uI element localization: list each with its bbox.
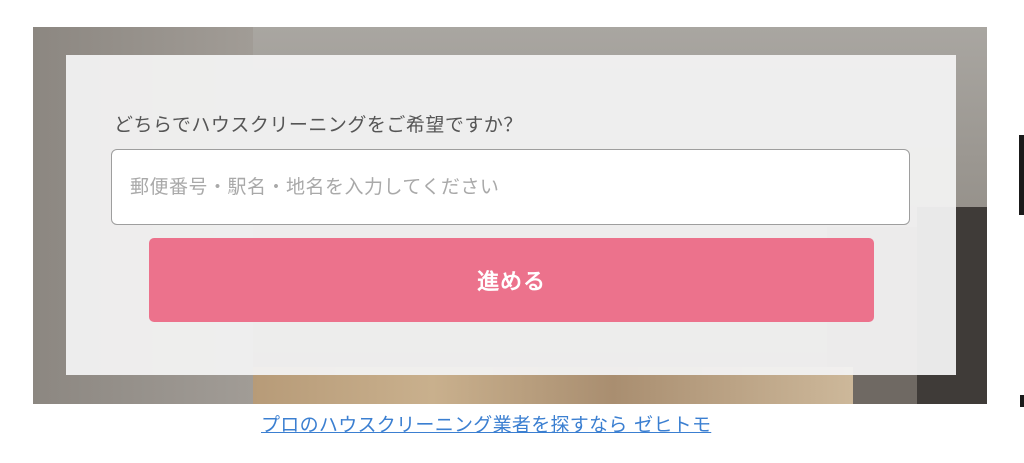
zehitomo-link[interactable]: プロのハウスクリーニング業者を探すなら ゼヒトモ [261,410,711,437]
edge-strip-bottom [1020,395,1024,407]
search-panel: どちらでハウスクリーニングをご希望ですか？ 進める [66,55,956,375]
proceed-button[interactable]: 進める [149,238,874,322]
question-label: どちらでハウスクリーニングをご希望ですか？ [114,114,523,136]
location-search-input[interactable] [111,149,910,225]
edge-strip [1019,135,1024,215]
page: どちらでハウスクリーニングをご希望ですか？ 進める プロのハウスクリーニング業者… [0,0,1024,463]
